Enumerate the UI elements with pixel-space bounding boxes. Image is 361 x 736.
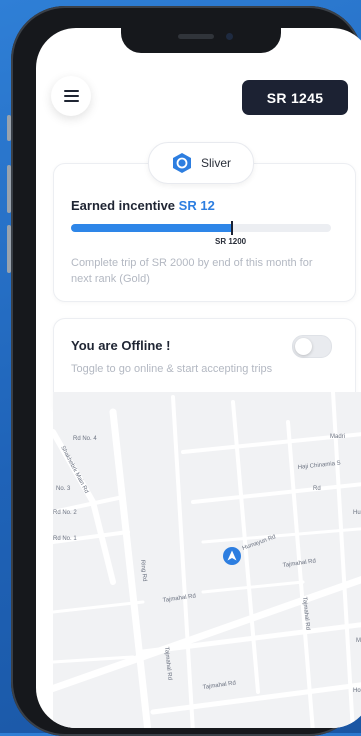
map-label: No. 3 <box>56 486 71 492</box>
incentive-title: Earned incentive SR 12 <box>71 198 215 213</box>
phone-notch <box>121 28 281 53</box>
incentive-progress-bar <box>71 221 331 235</box>
map-label: Tajmahal Rd <box>162 593 196 604</box>
map-label: Tajmahal Rd <box>163 647 172 681</box>
map-streets: Rd No. 4 Shakhebrk Main Rd No. 3 Rd No. … <box>53 392 361 728</box>
incentive-label: Earned incentive <box>71 198 176 213</box>
incentive-amount: SR 12 <box>178 198 215 213</box>
navigation-arrow-icon[interactable] <box>223 547 241 565</box>
hexagon-badge-icon <box>172 153 191 173</box>
map-label: Rd No. 4 <box>73 436 97 442</box>
map-view[interactable]: Rd No. 4 Shakhebrk Main Rd No. 3 Rd No. … <box>53 392 361 728</box>
map-label: Madri <box>330 434 345 440</box>
front-camera <box>226 33 233 40</box>
progress-fill <box>71 224 233 232</box>
map-label: Tajmahal Rd <box>202 680 236 691</box>
progress-marker <box>231 221 233 235</box>
map-label: Rd No. 1 <box>53 536 77 542</box>
speaker-grille <box>178 34 214 39</box>
toggle-knob <box>295 338 312 355</box>
incentive-note: Complete trip of SR 2000 by end of this … <box>71 257 313 285</box>
status-subtitle: Toggle to go online & start accepting tr… <box>71 363 273 375</box>
map-label: Ho <box>353 688 361 694</box>
map-label: Ma <box>356 638 361 644</box>
status-title: You are Offline ! <box>71 338 171 353</box>
rank-name: Sliver <box>200 156 231 170</box>
progress-marker-label: SR 1200 <box>215 237 247 246</box>
map-label: Haji Chinamia S <box>298 461 341 471</box>
balance-button[interactable]: SR 1245 <box>242 80 348 115</box>
rank-badge[interactable]: Sliver <box>148 142 254 184</box>
map-label: Rd <box>313 486 321 492</box>
app-screen: SR 1245 Sliver Earned incentive SR 12 SR… <box>36 28 361 728</box>
phone-frame: SR 1245 Sliver Earned incentive SR 12 SR… <box>11 6 361 736</box>
online-toggle[interactable] <box>292 335 332 358</box>
hamburger-menu-icon[interactable] <box>51 76 91 116</box>
map-label: Ring Rd <box>139 560 147 582</box>
map-label: Rd No. 2 <box>53 510 77 516</box>
map-label: Hu <box>353 510 361 516</box>
